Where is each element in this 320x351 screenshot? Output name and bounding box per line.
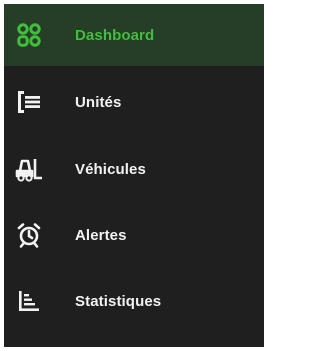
bar-chart-icon <box>15 287 43 315</box>
dashboard-grid-icon <box>15 21 43 49</box>
sidebar-item-alertes[interactable]: Alertes <box>4 204 264 266</box>
sidebar-item-statistiques[interactable]: Statistiques <box>4 270 264 332</box>
sidebar-item-vehicules[interactable]: Véhicules <box>4 138 264 200</box>
sidebar-item-label: Alertes <box>75 226 127 244</box>
sidebar: Dashboard Unités Véhicules Alertes Stati… <box>4 4 264 347</box>
sidebar-item-label: Unités <box>75 93 122 111</box>
alarm-clock-icon <box>15 221 43 249</box>
sidebar-item-unites[interactable]: Unités <box>4 71 264 133</box>
sidebar-item-dashboard[interactable]: Dashboard <box>4 4 264 66</box>
sidebar-item-label: Dashboard <box>75 26 155 44</box>
list-icon <box>15 88 43 116</box>
forklift-icon <box>15 155 43 183</box>
sidebar-item-label: Statistiques <box>75 292 162 310</box>
sidebar-item-label: Véhicules <box>75 160 146 178</box>
